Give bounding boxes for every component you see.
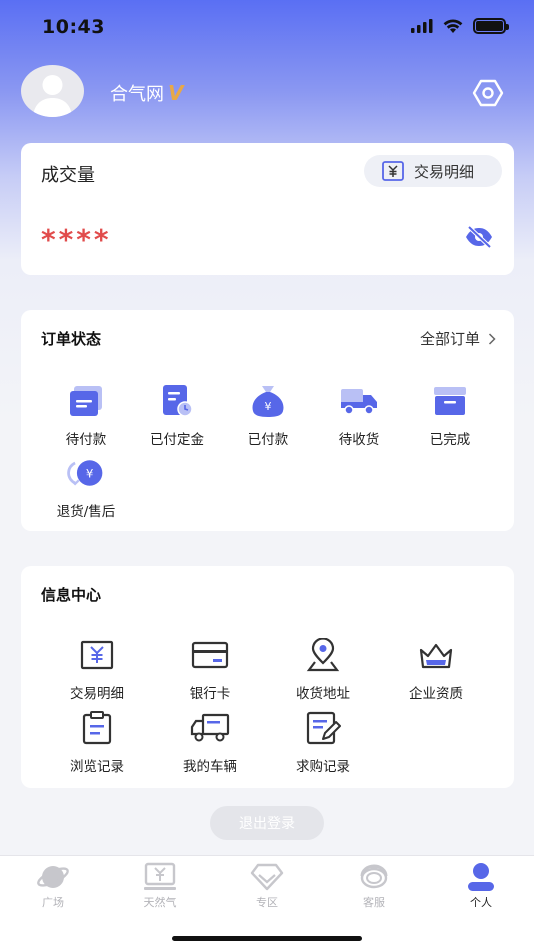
crown-icon: [419, 643, 453, 669]
headset-icon: [360, 864, 388, 889]
info-item-label: 求购记录: [296, 759, 350, 775]
username-text: 合气网: [110, 84, 164, 105]
info-item-label: 收货地址: [296, 686, 350, 702]
bank-card-icon: [191, 641, 229, 669]
edit-doc-icon: [306, 711, 341, 745]
eye-off-icon[interactable]: [464, 225, 494, 249]
tab-square[interactable]: 广场: [13, 862, 93, 910]
tab-label: 广场: [42, 896, 64, 909]
yen-receipt-icon: [80, 640, 114, 670]
info-item-label: 浏览记录: [70, 759, 124, 775]
info-item-my-vehicles[interactable]: 我的车辆: [165, 709, 255, 775]
monitor-yen-icon: [144, 862, 176, 890]
archive-box-icon: [434, 387, 466, 415]
trade-detail-button[interactable]: 交易明细: [364, 155, 502, 187]
settings-icon[interactable]: [472, 78, 504, 108]
info-center-card: 信息中心 交易明细 银行卡 收货地址 企业资质 浏览记录 我的车辆 求购记录: [21, 566, 514, 788]
svg-text:¥: ¥: [265, 400, 272, 413]
clipboard-icon: [82, 711, 112, 745]
info-item-label: 交易明细: [70, 686, 124, 702]
tab-natural-gas[interactable]: 天然气: [120, 862, 200, 910]
deposit-doc-icon: [163, 385, 193, 417]
order-item-label: 待付款: [65, 432, 107, 448]
yen-receipt-icon: [382, 161, 404, 181]
chevron-right-icon: [488, 332, 496, 345]
order-item-refund[interactable]: ¥ 退货/售后: [41, 454, 131, 520]
info-item-enterprise-qualification[interactable]: 企业资质: [391, 636, 481, 702]
avatar[interactable]: [21, 65, 84, 117]
tab-label: 专区: [256, 896, 278, 909]
planet-icon: [37, 866, 69, 888]
info-item-label: 我的车辆: [183, 759, 237, 775]
info-item-delivery-address[interactable]: 收货地址: [278, 636, 368, 702]
order-item-label: 退货/售后: [56, 504, 116, 520]
username[interactable]: 合气网 V: [110, 80, 183, 106]
person-icon: [468, 863, 494, 891]
status-time: 10:43: [42, 16, 105, 38]
money-bag-icon: ¥: [252, 386, 284, 417]
default-avatar-icon: [33, 75, 72, 117]
volume-card: 成交量 交易明细 ****: [21, 143, 514, 275]
volume-label: 成交量: [41, 165, 95, 186]
wifi-icon: [443, 18, 463, 33]
info-item-trade-detail[interactable]: 交易明细: [52, 636, 142, 702]
order-status-title: 订单状态: [41, 330, 102, 348]
tab-zone[interactable]: 专区: [227, 862, 307, 910]
tab-personal[interactable]: 个人: [441, 862, 521, 910]
order-item-awaiting-delivery[interactable]: 待收货: [314, 382, 404, 448]
trade-detail-label: 交易明细: [414, 162, 475, 181]
refund-icon: ¥: [67, 460, 103, 486]
all-orders-label: 全部订单: [419, 330, 480, 348]
tab-label: 客服: [363, 896, 385, 909]
tab-label: 个人: [470, 896, 492, 909]
order-item-deposit-paid[interactable]: 已付定金: [132, 382, 222, 448]
order-item-label: 已完成: [429, 432, 471, 448]
status-icons: [411, 18, 509, 34]
info-item-browse-history[interactable]: 浏览记录: [52, 709, 142, 775]
tab-customer-service[interactable]: 客服: [334, 862, 414, 910]
info-item-purchase-request-history[interactable]: 求购记录: [278, 709, 368, 775]
order-item-pending-payment[interactable]: 待付款: [41, 382, 131, 448]
order-item-label: 待收货: [338, 432, 380, 448]
order-item-paid[interactable]: ¥ 已付款: [223, 382, 313, 448]
home-indicator: [172, 936, 362, 941]
location-pin-icon: [306, 638, 340, 672]
cellular-signal-icon: [411, 19, 433, 33]
order-item-label: 已付定金: [150, 432, 204, 448]
vehicle-icon: [190, 713, 230, 742]
order-item-label: 已付款: [247, 432, 289, 448]
order-item-completed[interactable]: 已完成: [405, 382, 495, 448]
status-bar: 10:43: [0, 0, 534, 56]
vip-badge: V: [168, 81, 184, 105]
svg-text:¥: ¥: [86, 467, 94, 481]
truck-icon: [341, 389, 377, 415]
info-center-title: 信息中心: [41, 586, 102, 604]
all-orders-link[interactable]: 全部订单: [420, 328, 496, 349]
diamond-icon: [250, 863, 284, 891]
logout-button[interactable]: 退出登录: [210, 806, 324, 840]
tab-label: 天然气: [143, 896, 177, 909]
order-status-card: 订单状态 全部订单 待付款 已付定金 ¥ 已付款 待收货 已完成 ¥ 退货/售后: [21, 310, 514, 531]
info-item-bank-card[interactable]: 银行卡: [165, 636, 255, 702]
info-item-label: 企业资质: [409, 686, 463, 702]
masked-volume-value: ****: [41, 223, 112, 256]
battery-icon: [473, 18, 509, 34]
info-item-label: 银行卡: [189, 686, 231, 702]
wallet-icon: [70, 386, 102, 416]
